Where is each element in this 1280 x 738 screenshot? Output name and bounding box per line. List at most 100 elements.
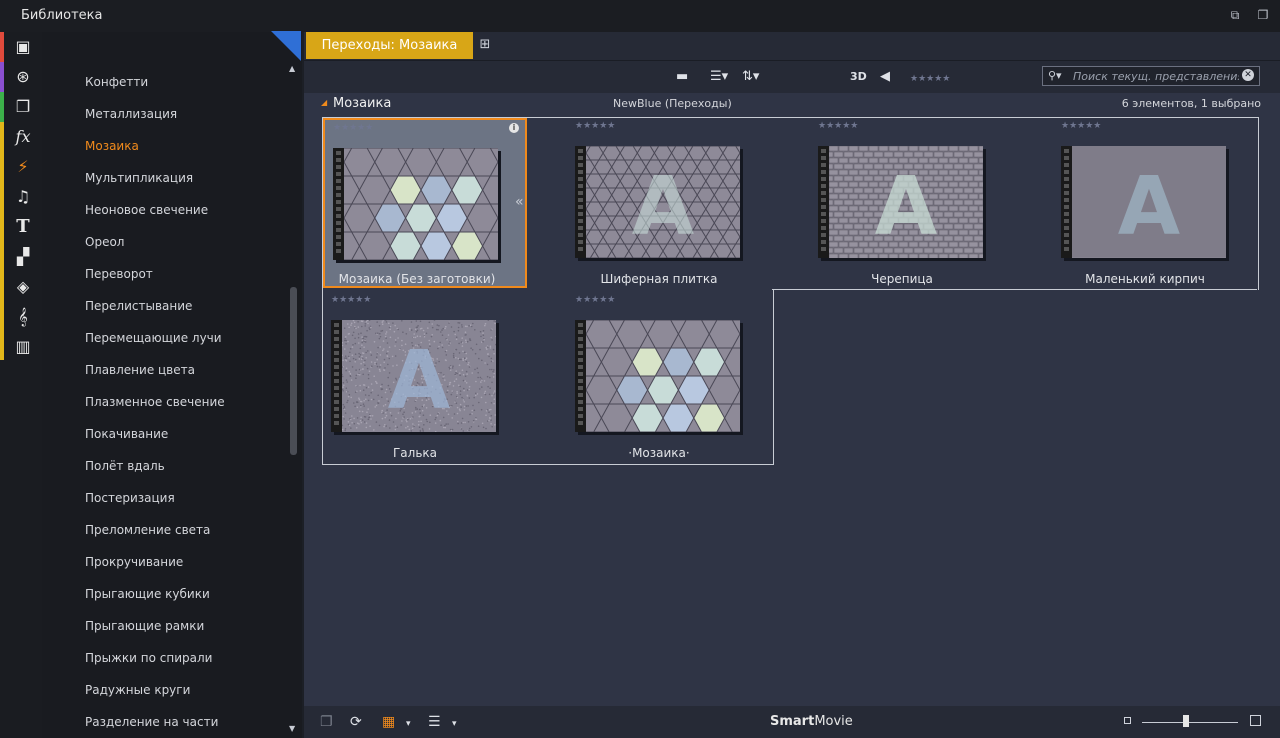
search-box: ⚲▾ ✕ — [1042, 66, 1260, 86]
film-strip-icon — [818, 146, 829, 258]
sidebar-item[interactable]: Плазменное свечение — [85, 395, 225, 409]
music-note-icon[interactable]: ♫ — [4, 182, 42, 212]
sidebar-item[interactable]: Полёт вдаль — [85, 459, 165, 473]
smartmovie-button[interactable]: SmartMovie — [770, 714, 853, 729]
folder-icon[interactable]: ▬ — [676, 69, 688, 85]
svg-text:A: A — [632, 159, 694, 253]
sidebar-item[interactable]: Разделение на части — [85, 715, 218, 729]
search-input[interactable] — [1073, 68, 1239, 84]
sidebar-item[interactable]: Прыгающие кубики — [85, 587, 210, 601]
card-thumbnail[interactable] — [554, 291, 787, 461]
card-rating[interactable]: ★★★★★ — [575, 121, 615, 131]
layers-icon[interactable]: ◈ — [4, 272, 42, 302]
section-name[interactable]: Мозаика — [333, 96, 391, 111]
card-thumbnail[interactable]: A — [568, 131, 767, 273]
grid-view-icon[interactable]: ▦ — [382, 714, 395, 730]
card-thumbnail[interactable]: A — [331, 319, 497, 433]
card-thumbnail[interactable]: A — [1061, 145, 1226, 258]
section-header: ◢ Мозаика NewBlue (Переходы) 6 элементов… — [304, 93, 1280, 115]
title-icon[interactable]: T — [4, 212, 42, 242]
card-rating[interactable]: ★★★★★ — [1061, 121, 1101, 131]
zoom-small-icon[interactable] — [1124, 717, 1131, 724]
search-icon[interactable]: ⚲▾ — [1048, 69, 1062, 82]
card-rating[interactable]: ★★★★★ — [331, 295, 371, 305]
list-view-dropdown-icon[interactable]: ▾ — [452, 716, 457, 732]
toggle-3d-button[interactable]: 3D — [850, 69, 867, 85]
library-main: Переходы: Мозаика ⊞ ▬ ☰▾ ⇅▾ 3D ◀ ★★★★★ ⚲… — [304, 32, 1280, 738]
mosaic-preview: A — [568, 131, 767, 273]
brand-bold: Smart — [770, 714, 815, 729]
tab-transitions-mosaic[interactable]: Переходы: Мозаика — [306, 32, 473, 59]
sidebar-item[interactable]: Прокручивание — [85, 555, 183, 569]
mosaic-preview: A — [818, 145, 994, 260]
card-rating[interactable]: ★★★★★ — [818, 121, 858, 131]
transition-card[interactable]: ★★★★★ A Галька — [323, 292, 527, 462]
expand-arrow-icon[interactable]: « — [515, 194, 524, 210]
treble-clef-icon[interactable]: 𝄞 — [4, 302, 42, 332]
clear-search-icon[interactable]: ✕ — [1242, 69, 1254, 81]
mosaic-preview: A — [341, 319, 497, 433]
sidebar-item[interactable]: Металлизация — [85, 107, 177, 121]
film-reel-icon[interactable]: ⊛ — [4, 62, 42, 92]
sidebar-item[interactable]: Мозаика — [85, 139, 139, 153]
sort-icon[interactable]: ⇅▾ — [742, 69, 759, 85]
sidebar-item[interactable]: Мультипликация — [85, 171, 193, 185]
card-label: ·Мозаика· — [628, 446, 690, 460]
sidebar-item[interactable]: Постеризация — [85, 491, 175, 505]
sidebar-item[interactable]: Покачивание — [85, 427, 168, 441]
zoom-large-icon[interactable] — [1250, 715, 1261, 726]
tag-icon[interactable]: ◀ — [880, 69, 890, 85]
grid-view-dropdown-icon[interactable]: ▾ — [406, 716, 411, 732]
card-label: Маленький кирпич — [1085, 272, 1205, 286]
photos-icon[interactable]: ❐ — [4, 92, 42, 122]
sidebar-item[interactable]: Радужные круги — [85, 683, 190, 697]
transition-card[interactable]: ★★★★★ A Маленький кирпич — [1053, 118, 1257, 288]
sidebar-item[interactable]: Перелистывание — [85, 299, 192, 313]
card-rating[interactable]: ★★★★★ — [333, 123, 373, 133]
undock-icon[interactable]: ⧉ — [1228, 8, 1242, 22]
card-rating[interactable]: ★★★★★ — [575, 295, 615, 305]
sidebar-item[interactable]: Перемещающие лучи — [85, 331, 222, 345]
sidebar-item[interactable]: Прыгающие рамки — [85, 619, 204, 633]
sidebar-item[interactable]: Плавление цвета — [85, 363, 195, 377]
transition-card[interactable]: ★★★★★ ·Мозаика· — [554, 291, 787, 462]
copy-icon[interactable]: ❐ — [320, 714, 333, 730]
film-strip-icon — [575, 320, 586, 432]
piano-icon[interactable]: ▥ — [4, 332, 42, 362]
group-outline-step — [772, 289, 1257, 290]
refresh-icon[interactable]: ⟳ — [350, 714, 362, 730]
brand-rest: Movie — [814, 714, 853, 729]
transition-card[interactable]: ★★★★★ A Шиферная плитка — [567, 118, 771, 288]
sidebar-item[interactable]: Неоновое свечение — [85, 203, 208, 217]
transition-card[interactable]: ★★★★★ i « Мозаика (Без заготовки) — [312, 118, 545, 289]
sidebar-item[interactable]: Преломление света — [85, 523, 210, 537]
scroll-down-icon[interactable]: ▼ — [289, 724, 295, 733]
restore-icon[interactable]: ❐ — [1256, 8, 1270, 22]
transition-card[interactable]: ★★★★★ A Черепица — [810, 118, 1014, 288]
sidebar-item[interactable]: Конфетти — [85, 75, 148, 89]
film-strip-icon — [331, 320, 342, 432]
collapse-triangle-icon[interactable]: ◢ — [321, 98, 327, 107]
zoom-slider-knob[interactable] — [1183, 715, 1190, 727]
scroll-up-icon[interactable]: ▲ — [289, 64, 295, 73]
sidebar-scrollbar-thumb[interactable] — [290, 287, 297, 455]
card-thumbnail[interactable]: A — [818, 145, 994, 260]
sidebar-item[interactable]: Переворот — [85, 267, 153, 281]
sidebar-item[interactable]: Прыжки по спирали — [85, 651, 212, 665]
zoom-slider[interactable] — [1142, 722, 1238, 723]
list-view-icon[interactable]: ☰ — [428, 714, 441, 730]
category-icon-bar: ▣ ⊛ ❐ fx ⚡ ♫ T ▞ ◈ 𝄞 ▥ — [0, 32, 42, 738]
svg-text:A: A — [875, 159, 937, 253]
add-tab-icon[interactable]: ⊞ — [477, 37, 493, 53]
montage-icon[interactable]: ▞ — [4, 242, 42, 272]
list-view-icon[interactable]: ☰▾ — [710, 69, 728, 85]
box-icon[interactable]: ▣ — [4, 32, 42, 62]
pin-icon[interactable] — [271, 31, 301, 61]
mosaic-preview: A — [1072, 145, 1226, 258]
card-thumbnail[interactable] — [312, 119, 545, 289]
info-icon[interactable]: i — [509, 123, 519, 133]
transition-bolt-icon[interactable]: ⚡ — [4, 152, 42, 182]
sidebar-item[interactable]: Ореол — [85, 235, 124, 249]
fx-icon[interactable]: fx — [4, 122, 42, 152]
rating-filter[interactable]: ★★★★★ — [910, 71, 950, 87]
